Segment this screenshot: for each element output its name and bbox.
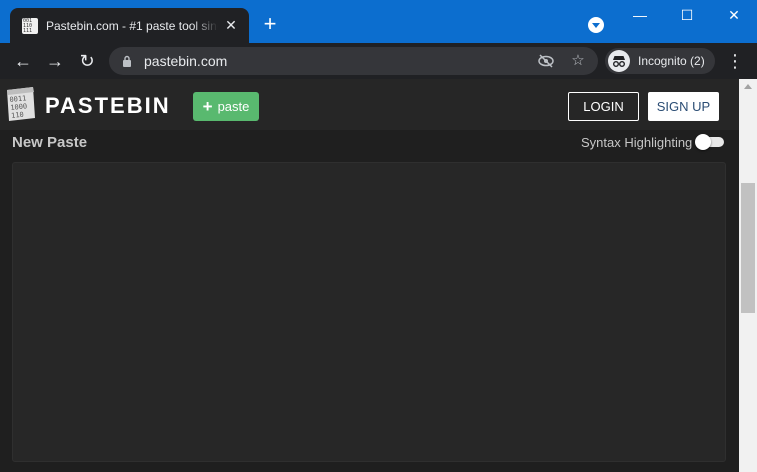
- toggle-knob: [695, 134, 711, 150]
- incognito-icon: [608, 50, 630, 72]
- url-text[interactable]: pastebin.com: [144, 53, 227, 69]
- browser-tab[interactable]: 001 110 111 Pastebin.com - #1 paste tool…: [10, 8, 249, 43]
- new-paste-button[interactable]: + paste: [193, 92, 259, 121]
- maximize-button[interactable]: ☐: [664, 0, 710, 30]
- reload-button[interactable]: ↻: [75, 49, 99, 73]
- syntax-highlighting-toggle[interactable]: [695, 134, 724, 150]
- browser-toolbar: ← → ↻ pastebin.com ☆ Incognito (2) ⋮: [0, 43, 757, 79]
- signup-button[interactable]: SIGN UP: [648, 92, 719, 121]
- site-logo-text[interactable]: PASTEBIN: [45, 93, 171, 119]
- tab-close-icon[interactable]: ✕: [223, 17, 239, 33]
- svg-text:110: 110: [11, 111, 24, 120]
- page-scrollbar[interactable]: [739, 79, 757, 472]
- pastebin-logo-icon[interactable]: 0011 1000 110: [5, 86, 37, 122]
- login-button[interactable]: LOGIN: [568, 92, 639, 121]
- page-viewport: 0011 1000 110 PASTEBIN + paste LOGIN SIG…: [0, 79, 739, 472]
- new-tab-button[interactable]: +: [260, 13, 280, 35]
- tab-title: Pastebin.com - #1 paste tool since 2002!: [46, 18, 218, 33]
- lock-icon: [123, 55, 131, 67]
- address-bar[interactable]: pastebin.com ☆: [109, 47, 598, 75]
- paste-button-label: paste: [217, 99, 250, 114]
- incognito-label: Incognito (2): [638, 54, 705, 68]
- browser-menu-button[interactable]: ⋮: [726, 49, 744, 73]
- scroll-thumb[interactable]: [741, 183, 755, 313]
- favicon-line: 111: [23, 27, 33, 34]
- plus-icon: +: [202, 97, 213, 116]
- page-title: New Paste: [12, 134, 88, 151]
- site-header: 0011 1000 110 PASTEBIN + paste LOGIN SIG…: [0, 79, 739, 130]
- paste-content-textarea[interactable]: [12, 162, 726, 462]
- close-window-button[interactable]: ✕: [711, 0, 757, 30]
- scroll-up-arrow-icon[interactable]: [744, 84, 752, 89]
- forward-button[interactable]: →: [43, 49, 67, 73]
- bookmark-star-icon[interactable]: ☆: [569, 52, 587, 70]
- syntax-highlighting-label: Syntax Highlighting: [581, 135, 693, 150]
- incognito-indicator[interactable]: Incognito (2): [605, 48, 715, 74]
- minimize-button[interactable]: —: [617, 0, 663, 30]
- tab-search-icon[interactable]: [588, 17, 604, 33]
- eye-off-icon[interactable]: [537, 52, 555, 70]
- back-button[interactable]: ←: [11, 49, 35, 73]
- pastebin-favicon-icon: 001 110 111: [22, 17, 38, 34]
